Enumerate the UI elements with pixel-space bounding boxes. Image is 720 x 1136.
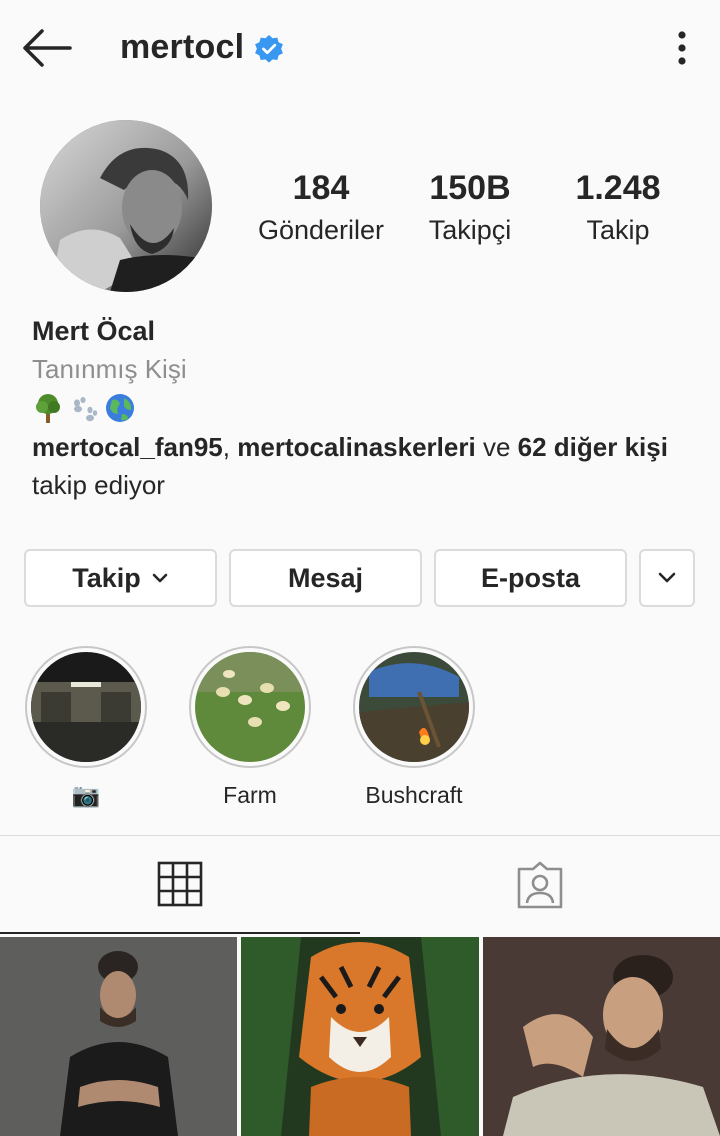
- email-button[interactable]: E-posta: [434, 549, 627, 607]
- paw-prints-icon: [74, 397, 98, 422]
- verified-badge-icon: [254, 34, 284, 64]
- highlight-item[interactable]: Bushcraft: [351, 646, 477, 810]
- posts-label: Gönderiler: [257, 215, 385, 245]
- back-arrow-icon: [23, 29, 72, 67]
- profile-avatar[interactable]: [40, 120, 212, 292]
- highlight-label: Bushcraft: [365, 782, 463, 808]
- post-thumbnail[interactable]: [241, 937, 479, 1136]
- follow-button[interactable]: Takip: [24, 549, 217, 607]
- following-label: Takip: [586, 215, 650, 245]
- kebab-menu-icon: [678, 31, 686, 65]
- message-button[interactable]: Mesaj: [229, 549, 422, 607]
- post-thumbnail[interactable]: [483, 937, 720, 1136]
- followed-by-suffix: takip ediyor: [32, 470, 165, 500]
- followers-stat[interactable]: 150B Takipçi: [410, 168, 530, 252]
- highlight-ring: [25, 646, 147, 768]
- highlight-item[interactable]: 📷: [23, 646, 149, 810]
- follow-button-label: Takip: [72, 562, 141, 593]
- posts-stat: 184 Gönderiler: [250, 168, 392, 252]
- profile-tabs: [0, 835, 720, 934]
- profile-category: Tanınmış Kişi: [32, 354, 187, 384]
- highlight-ring: [189, 646, 311, 768]
- highlight-ring: [353, 646, 475, 768]
- followed-by-text[interactable]: mertocal_fan95, mertocalinaskerleri ve 6…: [32, 428, 702, 504]
- profile-username: mertocl: [120, 28, 245, 66]
- followed-by-separator: ,: [222, 432, 230, 462]
- top-bar: mertocl: [0, 0, 720, 96]
- bio-emojis: [32, 390, 136, 426]
- highlight-cover: [359, 652, 469, 762]
- back-button[interactable]: [20, 26, 74, 70]
- follower-link-2[interactable]: mertocalinaskerleri: [237, 432, 475, 462]
- highlight-item[interactable]: Farm: [187, 646, 313, 810]
- followers-count: 150B: [429, 169, 511, 207]
- suggested-accounts-button[interactable]: [639, 549, 695, 607]
- profile-full-name: Mert Öcal: [32, 316, 156, 346]
- message-button-label: Mesaj: [287, 562, 364, 593]
- more-options-button[interactable]: [666, 28, 698, 68]
- followed-by-and: ve: [482, 432, 511, 462]
- highlight-cover: [195, 652, 305, 762]
- following-stat[interactable]: 1.248 Takip: [548, 168, 688, 252]
- tagged-icon: [517, 861, 563, 909]
- chevron-down-icon: [658, 572, 676, 583]
- chevron-down-icon: [152, 573, 168, 583]
- tab-tagged[interactable]: [360, 836, 720, 934]
- followed-by-others[interactable]: 62 diğer kişi: [518, 432, 668, 462]
- post-thumbnail[interactable]: [0, 937, 237, 1136]
- posts-count: 184: [292, 169, 350, 207]
- follower-link-1[interactable]: mertocal_fan95: [32, 432, 223, 462]
- highlight-cover: [31, 652, 141, 762]
- tab-grid[interactable]: [0, 836, 360, 934]
- following-count: 1.248: [575, 169, 661, 207]
- followers-label: Takipçi: [428, 215, 512, 245]
- email-button-label: E-posta: [480, 562, 580, 593]
- highlight-label: Farm: [223, 782, 277, 808]
- highlight-label: 📷: [71, 782, 101, 808]
- grid-icon: [157, 861, 203, 907]
- tree-icon: [36, 394, 60, 423]
- globe-icon: [106, 394, 134, 422]
